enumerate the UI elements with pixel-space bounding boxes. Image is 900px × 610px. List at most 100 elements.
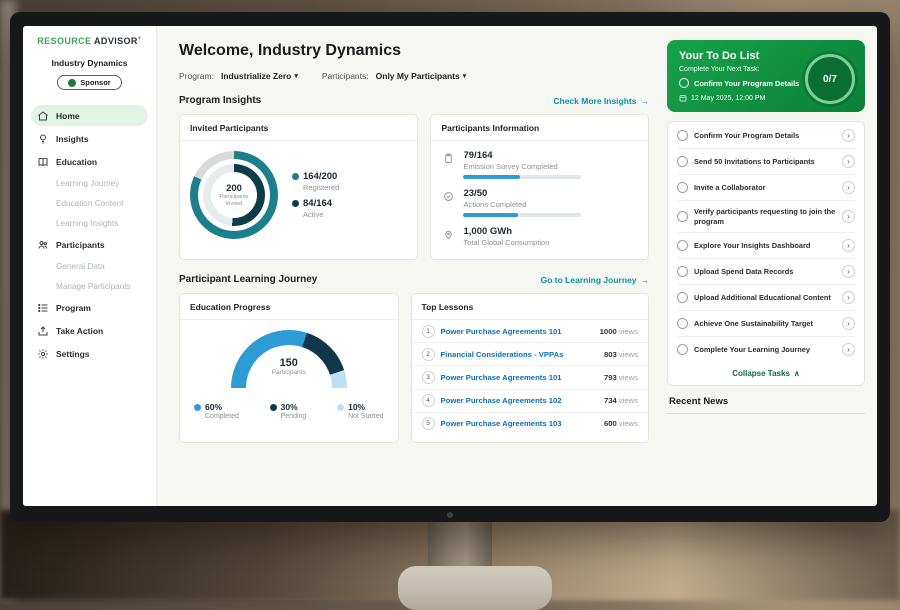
legend-label: Not Started: [337, 413, 383, 420]
task-row[interactable]: Upload Additional Educational Content ›: [677, 285, 855, 311]
arrow-right-icon: →: [641, 96, 650, 106]
monitor-stand-base: [398, 566, 552, 610]
lesson-rank: 5: [422, 417, 435, 430]
chevron-right-icon[interactable]: ›: [842, 317, 855, 330]
lesson-views-suffix: views: [619, 350, 638, 359]
app-logo: RESOURCE ADVISOR+: [23, 36, 156, 46]
chevron-right-icon[interactable]: ›: [842, 343, 855, 356]
calendar-icon: [679, 94, 687, 102]
stat-row: 79/164 Emission Survey Completed: [443, 150, 636, 179]
chevron-right-icon[interactable]: ›: [842, 129, 855, 142]
logo-plus: +: [138, 36, 142, 42]
sidebar-item-participants[interactable]: Participants: [31, 234, 148, 255]
card-title: Participants Information: [431, 115, 648, 141]
checkbox-circle-icon[interactable]: [677, 182, 688, 193]
checkbox-circle-icon[interactable]: [677, 292, 688, 303]
todo-next-task[interactable]: Confirm Your Program Details: [679, 78, 809, 88]
sidebar-item-label: Manage Participants: [56, 282, 131, 291]
collapse-tasks-button[interactable]: Collapse Tasks ∧: [677, 362, 855, 384]
check-more-insights-link[interactable]: Check More Insights →: [553, 96, 649, 106]
education-progress-gauge: 150 Participants: [231, 330, 347, 390]
sponsor-badge[interactable]: Sponsor: [57, 75, 121, 90]
sidebar-item-learning-journey[interactable]: Learning Journey: [31, 174, 148, 192]
task-list-card: Confirm Your Program Details › Send 50 I…: [667, 121, 865, 386]
legend-item: 60% Completed: [194, 402, 239, 420]
legend-dot-active: [292, 200, 299, 207]
gear-icon: [37, 348, 49, 360]
checkbox-circle-icon[interactable]: [677, 130, 688, 141]
sidebar-item-insights[interactable]: Insights: [31, 128, 148, 149]
task-row[interactable]: Explore Your Insights Dashboard ›: [677, 233, 855, 259]
sidebar-item-program[interactable]: Program: [31, 297, 148, 318]
chevron-right-icon[interactable]: ›: [842, 181, 855, 194]
program-filter-label: Program:: [179, 71, 214, 81]
filter-bar: Program: Industrialize Zero ▾ Participan…: [179, 71, 649, 81]
lesson-views-value: 803: [604, 350, 617, 359]
stat-label: Emission Survey Completed: [463, 162, 581, 171]
task-label: Upload Additional Educational Content: [694, 293, 836, 303]
sidebar-item-take-action[interactable]: Take Action: [31, 320, 148, 341]
sidebar-item-label: Take Action: [56, 326, 103, 336]
chevron-right-icon[interactable]: ›: [842, 155, 855, 168]
lesson-link[interactable]: Power Purchase Agreements 101: [441, 327, 594, 336]
sidebar-item-settings[interactable]: Settings: [31, 343, 148, 364]
task-row[interactable]: Verify participants requesting to join t…: [677, 201, 855, 233]
legend-label: Active: [292, 210, 339, 219]
legend-value: 10%: [348, 402, 365, 412]
lesson-link[interactable]: Financial Considerations - VPPAs: [441, 350, 598, 359]
go-to-learning-journey-link[interactable]: Go to Learning Journey →: [541, 275, 649, 285]
checkbox-circle-icon[interactable]: [677, 156, 688, 167]
sidebar-item-label: Program: [56, 303, 91, 313]
monitor-stand-neck: [428, 518, 492, 572]
sidebar-item-manage-participants[interactable]: Manage Participants: [31, 277, 148, 295]
sidebar-item-home[interactable]: Home: [31, 105, 148, 126]
divider: [667, 413, 865, 414]
lesson-rank: 2: [422, 348, 435, 361]
sponsor-label: Sponsor: [80, 78, 110, 87]
top-lessons-card: Top Lessons 1 Power Purchase Agreements …: [411, 293, 649, 443]
sidebar-item-label: Settings: [56, 349, 90, 359]
sidebar-item-education-content[interactable]: Education Content: [31, 194, 148, 212]
lesson-row: 2 Financial Considerations - VPPAs 803vi…: [412, 343, 648, 366]
lesson-link[interactable]: Power Purchase Agreements 103: [441, 419, 598, 428]
participants-select-value: Only My Participants: [376, 71, 460, 81]
lesson-views-suffix: views: [619, 419, 638, 428]
lesson-link[interactable]: Power Purchase Agreements 102: [441, 396, 598, 405]
lesson-link[interactable]: Power Purchase Agreements 101: [441, 373, 598, 382]
checkbox-circle-icon[interactable]: [677, 318, 688, 329]
legend-value: 84/164: [303, 198, 332, 209]
todo-panel: Your To Do List Complete Your Next Task:…: [663, 26, 877, 506]
checkbox-circle-icon[interactable]: [677, 344, 688, 355]
task-row[interactable]: Upload Spend Data Records ›: [677, 259, 855, 285]
lesson-views-value: 734: [604, 396, 617, 405]
lesson-views-value: 600: [604, 419, 617, 428]
chevron-right-icon[interactable]: ›: [842, 291, 855, 304]
task-row[interactable]: Send 50 Invitations to Participants ›: [677, 149, 855, 175]
lesson-rank: 3: [422, 371, 435, 384]
legend-label: Pending: [270, 413, 307, 420]
dashboard-screen: RESOURCE ADVISOR+ Industry Dynamics Spon…: [23, 26, 877, 506]
task-label: Explore Your Insights Dashboard: [694, 241, 836, 251]
program-select[interactable]: Industrialize Zero ▾: [221, 71, 298, 81]
progress-bar: [463, 213, 581, 217]
task-row[interactable]: Complete Your Learning Journey ›: [677, 337, 855, 362]
task-row[interactable]: Achieve One Sustainability Target ›: [677, 311, 855, 337]
chevron-right-icon[interactable]: ›: [842, 265, 855, 278]
chevron-right-icon[interactable]: ›: [842, 210, 855, 223]
lesson-views-value: 793: [604, 373, 617, 382]
participants-select[interactable]: Only My Participants ▾: [376, 71, 467, 81]
checkbox-circle-icon[interactable]: [677, 240, 688, 251]
sidebar-item-education[interactable]: Education: [31, 151, 148, 172]
checkbox-circle-icon[interactable]: [677, 211, 688, 222]
chevron-right-icon[interactable]: ›: [842, 239, 855, 252]
task-row[interactable]: Invite a Collaborator ›: [677, 175, 855, 201]
task-row[interactable]: Confirm Your Program Details ›: [677, 123, 855, 149]
sidebar-item-learning-insights[interactable]: Learning Insights: [31, 214, 148, 232]
checkbox-circle-icon[interactable]: [677, 266, 688, 277]
checkbox-circle-icon: [679, 78, 689, 88]
chevron-up-icon: ∧: [794, 369, 800, 378]
gauge-center-value: 150: [231, 357, 347, 369]
lesson-views-suffix: views: [619, 327, 638, 336]
sidebar-item-general-data[interactable]: General Data: [31, 257, 148, 275]
lesson-views-suffix: views: [619, 396, 638, 405]
